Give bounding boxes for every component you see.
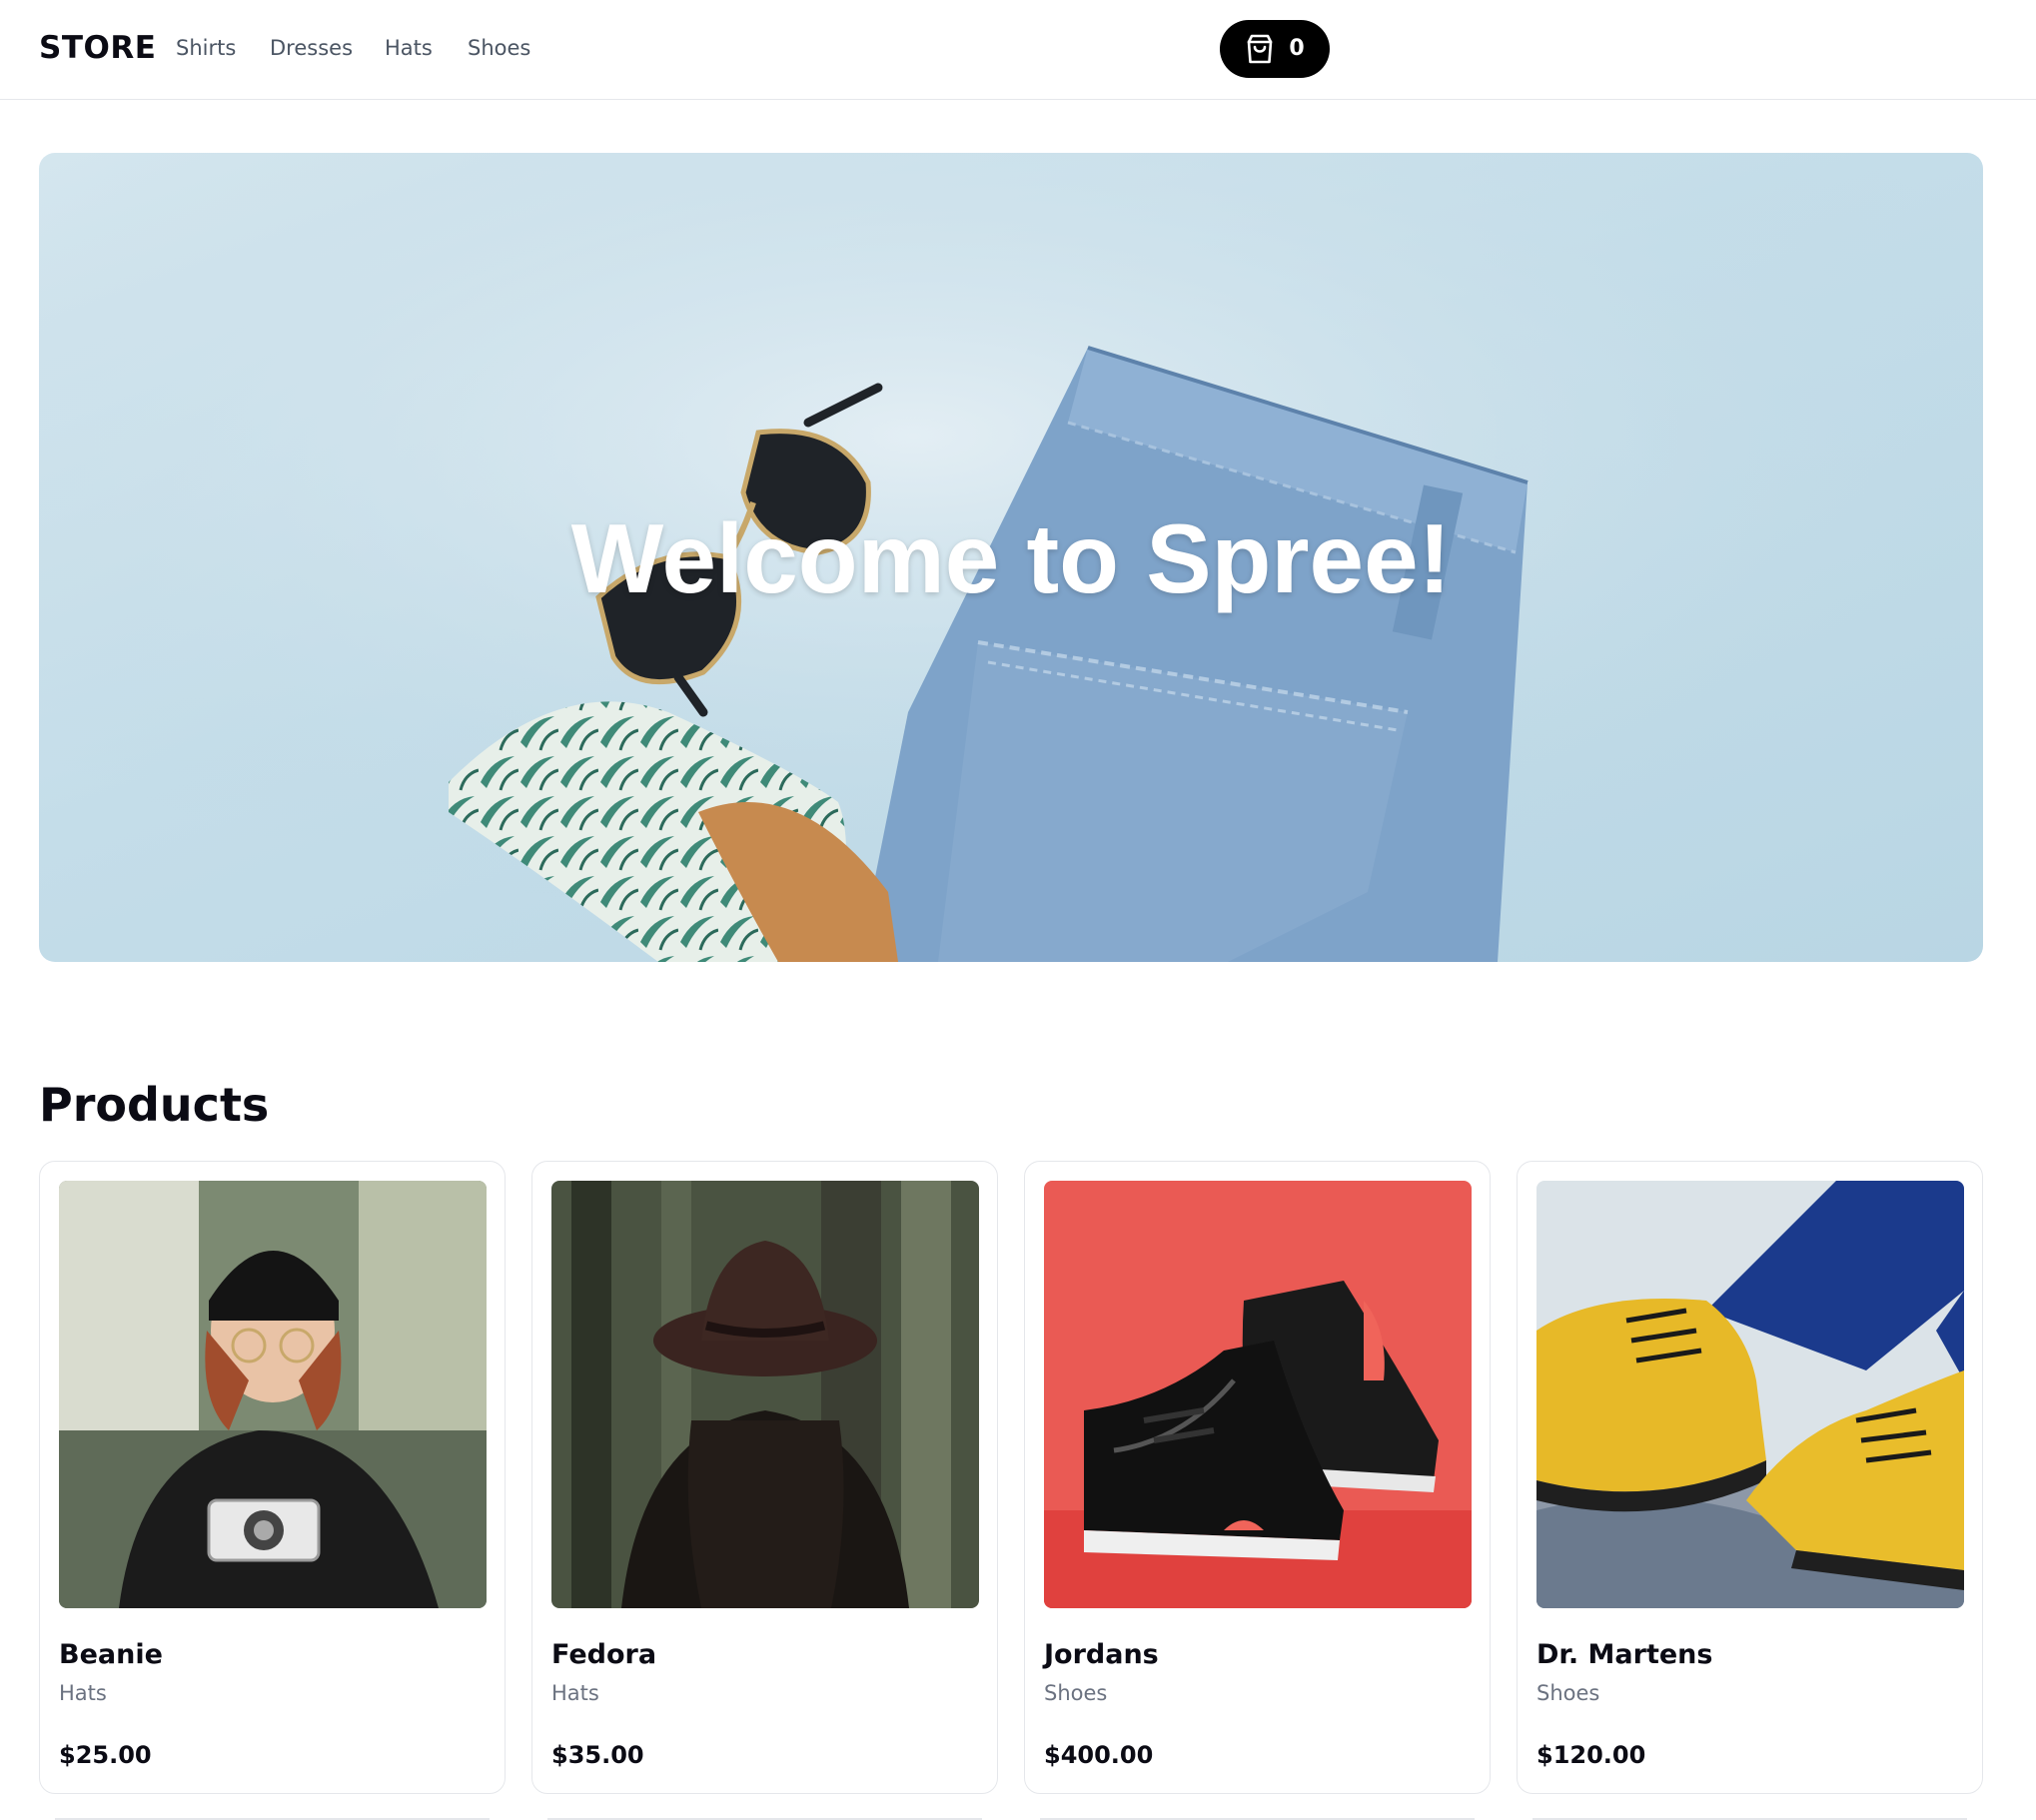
shopping-bag-icon bbox=[1245, 33, 1275, 65]
product-image-jordans[interactable] bbox=[1044, 1181, 1472, 1608]
product-card-dr-martens[interactable]: Dr. Martens Shoes $120.00 bbox=[1517, 1161, 1983, 1794]
product-card-beanie[interactable]: Beanie Hats $25.00 bbox=[39, 1161, 506, 1794]
nav-item-dresses[interactable]: Dresses bbox=[270, 34, 353, 62]
products-heading: Products bbox=[39, 1078, 270, 1132]
hero-banner: Welcome to Spree! bbox=[39, 153, 1983, 962]
product-price: $25.00 bbox=[59, 1741, 152, 1769]
product-image-dr-martens[interactable] bbox=[1536, 1181, 1964, 1608]
hero-title: Welcome to Spree! bbox=[570, 503, 1452, 613]
product-image-beanie[interactable] bbox=[59, 1181, 487, 1608]
product-price: $400.00 bbox=[1044, 1741, 1154, 1769]
cart-count: 0 bbox=[1289, 36, 1305, 61]
product-category: Hats bbox=[59, 1681, 107, 1705]
product-image-fedora[interactable] bbox=[551, 1181, 979, 1608]
cart-button[interactable]: 0 bbox=[1220, 20, 1330, 78]
site-header: STORE Shirts Dresses Hats Shoes 0 bbox=[0, 0, 2036, 100]
product-category: Hats bbox=[551, 1681, 599, 1705]
product-card-fedora[interactable]: Fedora Hats $35.00 bbox=[531, 1161, 998, 1794]
nav-item-hats[interactable]: Hats bbox=[385, 34, 433, 62]
product-category: Shoes bbox=[1536, 1681, 1600, 1705]
product-price: $120.00 bbox=[1536, 1741, 1646, 1769]
nav-item-shirts[interactable]: Shirts bbox=[176, 34, 236, 62]
product-card-jordans[interactable]: Jordans Shoes $400.00 bbox=[1024, 1161, 1491, 1794]
product-name[interactable]: Dr. Martens bbox=[1536, 1638, 1712, 1672]
store-logo[interactable]: STORE bbox=[39, 30, 156, 66]
product-name[interactable]: Fedora bbox=[551, 1638, 656, 1672]
product-category: Shoes bbox=[1044, 1681, 1108, 1705]
product-name[interactable]: Beanie bbox=[59, 1638, 163, 1672]
product-price: $35.00 bbox=[551, 1741, 644, 1769]
product-name[interactable]: Jordans bbox=[1044, 1638, 1159, 1672]
nav-item-shoes[interactable]: Shoes bbox=[468, 34, 530, 62]
